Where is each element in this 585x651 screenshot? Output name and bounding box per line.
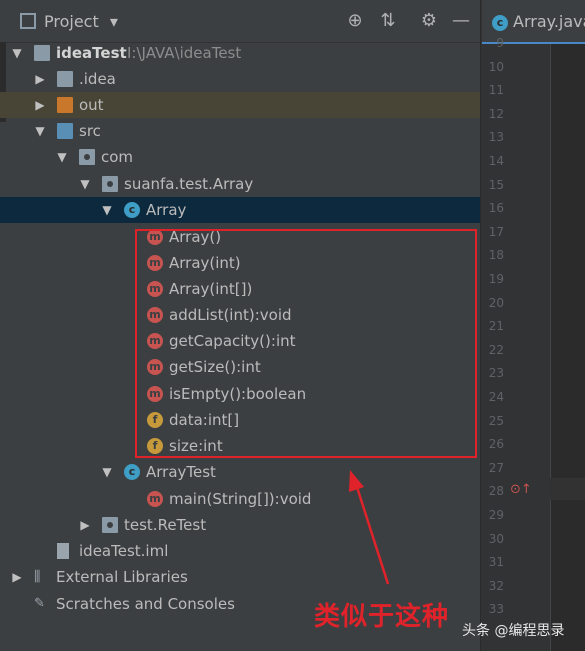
annotation-arrow [349,470,390,585]
watermark-text: 头条 @编程思录 [462,623,565,639]
annotation-text: 类似于这种 [314,602,450,632]
